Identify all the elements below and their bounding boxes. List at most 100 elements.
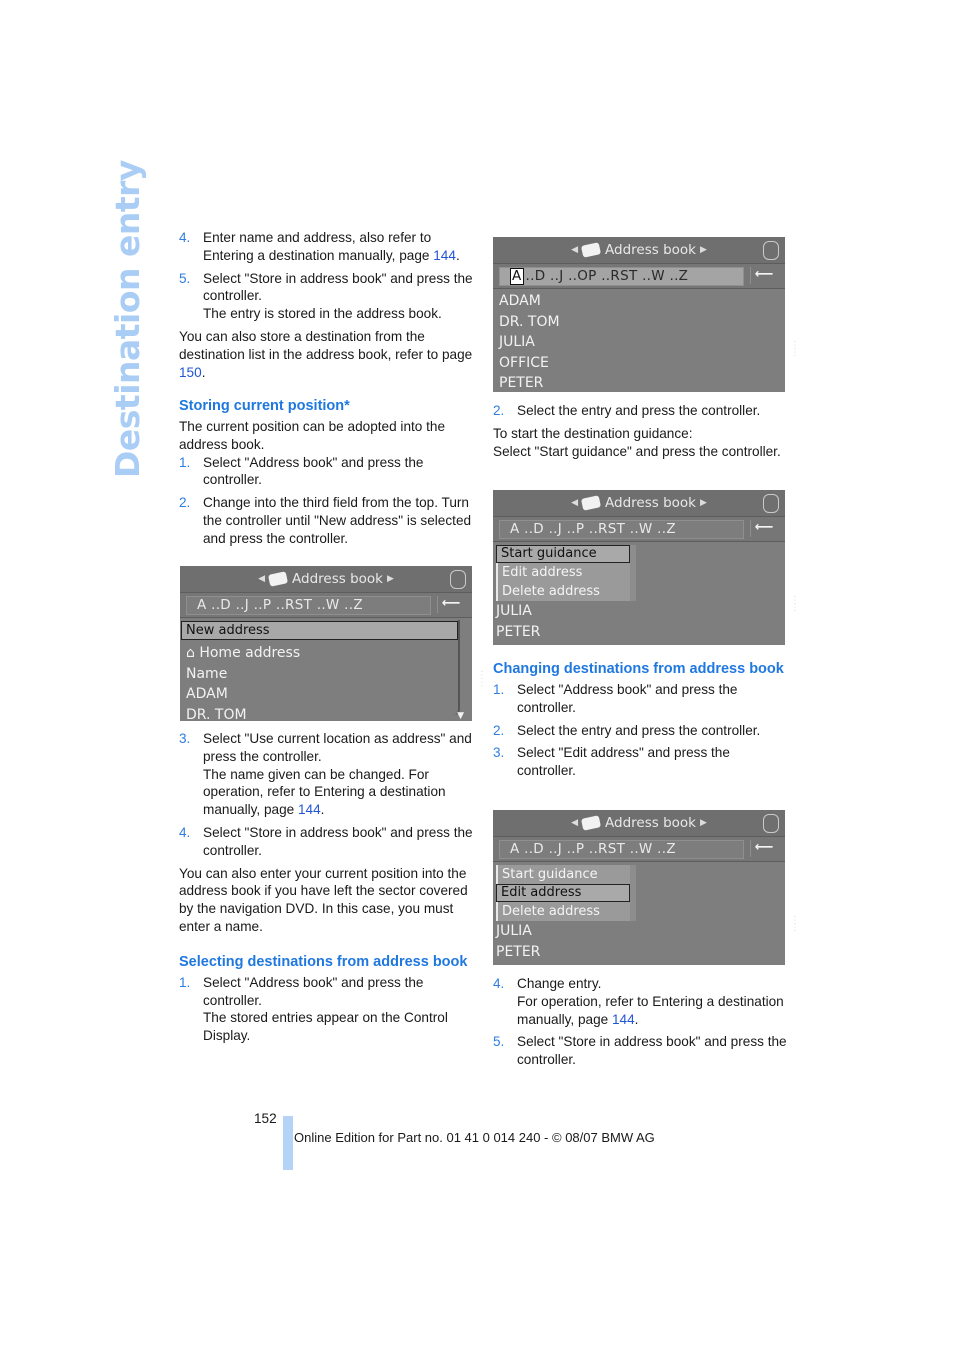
address-book-icon xyxy=(267,571,289,587)
menu-item-delete-address[interactable]: Delete address xyxy=(496,902,630,921)
address-book-icon xyxy=(580,495,602,511)
list-item[interactable]: PETER xyxy=(493,942,785,963)
chevron-right-icon: ▶ xyxy=(699,498,707,508)
right-column-top: 2. Select the entry and press the contro… xyxy=(493,402,788,460)
list-item[interactable]: ⌂ Home address xyxy=(180,643,472,664)
step-item: 3. Select "Edit address" and press the c… xyxy=(493,744,788,780)
punctuation: . xyxy=(320,802,325,818)
screen-title: Address book xyxy=(605,242,696,258)
context-menu: Start guidance Edit address Delete addre… xyxy=(496,545,636,601)
chevron-left-icon: ◀ xyxy=(571,245,579,255)
step-note: For operation, refer to Entering a desti… xyxy=(517,993,784,1027)
step-number: 4. xyxy=(179,230,191,245)
chevron-left-icon: ◀ xyxy=(571,818,579,828)
step-number: 1. xyxy=(179,974,191,990)
step-text: Select "Address book" and press the cont… xyxy=(203,974,424,1008)
step-text: Select the entry and press the controlle… xyxy=(517,722,761,738)
menu-item-edit-address[interactable]: Edit address xyxy=(496,563,630,582)
page-link[interactable]: 144 xyxy=(612,1012,635,1027)
list-item[interactable]: OFFICE xyxy=(493,353,785,374)
alphabet-bar: A ..D ..J ..OP ..RST ..W ..Z ⟵ xyxy=(493,264,785,289)
list-item[interactable]: ADAM xyxy=(180,684,472,705)
step-text: Select "Store in address book" and press… xyxy=(203,270,473,304)
punctuation: . xyxy=(455,247,460,263)
list-item[interactable]: JULIA xyxy=(493,332,785,353)
control-display-edit-address: ◀ Address book ▶ A ..D ..J ..P ..RST ..W… xyxy=(493,810,785,965)
list-item[interactable]: PETER xyxy=(493,373,785,392)
context-menu: Start guidance Edit address Delete addre… xyxy=(496,865,636,921)
control-display-address-book-list: ◀ Address book ▶ A ..D ..J ..OP ..RST ..… xyxy=(493,237,785,392)
alphabet-selector[interactable]: A ..D ..J ..P ..RST ..W ..Z xyxy=(499,839,744,859)
scrollbar[interactable]: ▼ xyxy=(454,620,464,721)
list-item[interactable]: DR. TOM xyxy=(493,312,785,333)
page-link[interactable]: 150 xyxy=(179,365,202,380)
paragraph: You can also store a destination from th… xyxy=(179,328,474,381)
step-item: 1. Select "Address book" and press the c… xyxy=(179,454,474,490)
back-arrow-icon[interactable]: ⟵ xyxy=(437,596,464,613)
screen-title: Address book xyxy=(605,815,696,831)
list-item[interactable]: JULIA xyxy=(493,921,785,942)
heading-selecting-destinations: Selecting destinations from address book xyxy=(179,953,468,970)
address-book-icon xyxy=(580,242,602,258)
section-side-title: Destination entry xyxy=(108,160,147,478)
punctuation: . xyxy=(634,1011,639,1027)
step-number: 3. xyxy=(179,731,191,746)
step-note: The stored entries appear on the Control… xyxy=(203,1010,448,1044)
menu-item-edit-address[interactable]: Edit address xyxy=(496,884,630,902)
step-text: Enter name and address, also refer to En… xyxy=(203,230,434,263)
menu-item-start-guidance[interactable]: Start guidance xyxy=(496,865,630,884)
step-item: 5. Select "Store in address book" and pr… xyxy=(493,1033,788,1069)
paragraph: The current position can be adopted into… xyxy=(179,419,446,452)
scroll-down-icon: ▼ xyxy=(457,711,464,721)
step-number: 1. xyxy=(179,454,191,470)
storing-section: Storing current position* The current po… xyxy=(179,397,474,553)
list-item[interactable]: JULIA xyxy=(493,601,785,622)
chevron-right-icon: ▶ xyxy=(699,245,707,255)
step-text: Change entry. xyxy=(517,976,602,991)
screen-title: Address book xyxy=(292,571,383,587)
menu-item-start-guidance[interactable]: Start guidance xyxy=(496,545,630,563)
left-column-bottom: 3. Select "Use current location as addre… xyxy=(179,730,474,1050)
chevron-right-icon: ▶ xyxy=(699,818,707,828)
step-number: 4. xyxy=(493,976,505,991)
step-item: 2. Change into the third field from the … xyxy=(179,494,474,547)
alphabet-selector[interactable]: A ..D ..J ..P ..RST ..W ..Z xyxy=(499,519,744,539)
screen-titlebar: ◀ Address book ▶ xyxy=(493,237,785,264)
step-text: Change into the third field from the top… xyxy=(203,495,472,546)
step-number: 3. xyxy=(493,745,505,761)
back-arrow-icon[interactable]: ⟵ xyxy=(750,840,777,857)
step-item: 1. Select "Address book" and press the c… xyxy=(493,681,788,717)
entry-list: ADAM DR. TOM JULIA OFFICE PETER xyxy=(493,289,785,392)
step-item: 4. Select "Store in address book" and pr… xyxy=(179,824,474,860)
alphabet-selector[interactable]: A ..D ..J ..OP ..RST ..W ..Z xyxy=(499,266,744,286)
step-number: 2. xyxy=(493,722,505,738)
paragraph: You can also enter your current position… xyxy=(179,865,468,934)
step-item: 2. Select the entry and press the contro… xyxy=(493,402,788,420)
right-column-bottom: 4. Change entry. For operation, refer to … xyxy=(493,975,788,1074)
screen-titlebar: ◀ Address book ▶ xyxy=(493,810,785,837)
step-item: 3. Select "Use current location as addre… xyxy=(179,730,474,819)
list-item[interactable]: DR. TOM xyxy=(180,705,472,722)
image-code: ····· xyxy=(478,670,484,688)
step-text: Select the entry and press the controlle… xyxy=(517,403,761,418)
heading-changing-destinations: Changing destinations from address book xyxy=(493,661,784,677)
page-link[interactable]: 144 xyxy=(298,802,321,817)
list-item-selected[interactable]: New address xyxy=(181,621,458,640)
menu-item-delete-address[interactable]: Delete address xyxy=(496,582,630,601)
back-arrow-icon[interactable]: ⟵ xyxy=(750,520,777,537)
page-link[interactable]: 144 xyxy=(433,248,456,263)
list-item[interactable]: Name xyxy=(180,664,472,685)
controller-icon xyxy=(763,494,779,513)
selected-letter[interactable]: A xyxy=(510,267,524,285)
letter-ranges: ..D ..J ..OP ..RST ..W ..Z xyxy=(525,268,689,284)
screen-titlebar: ◀ Address book ▶ xyxy=(180,566,472,593)
list-item[interactable]: ADAM xyxy=(493,291,785,312)
entry-list: New address ⌂ Home address Name ADAM DR.… xyxy=(180,618,472,721)
paragraph: To start the destination guidance: xyxy=(493,425,693,441)
screen-title: Address book xyxy=(605,495,696,511)
alphabet-selector[interactable]: A ..D ..J ..P ..RST ..W ..Z xyxy=(186,595,431,615)
list-item[interactable]: PETER xyxy=(493,622,785,643)
alphabet-bar: A ..D ..J ..P ..RST ..W ..Z ⟵ xyxy=(493,517,785,542)
chevron-right-icon: ▶ xyxy=(386,574,394,584)
back-arrow-icon[interactable]: ⟵ xyxy=(750,267,777,284)
